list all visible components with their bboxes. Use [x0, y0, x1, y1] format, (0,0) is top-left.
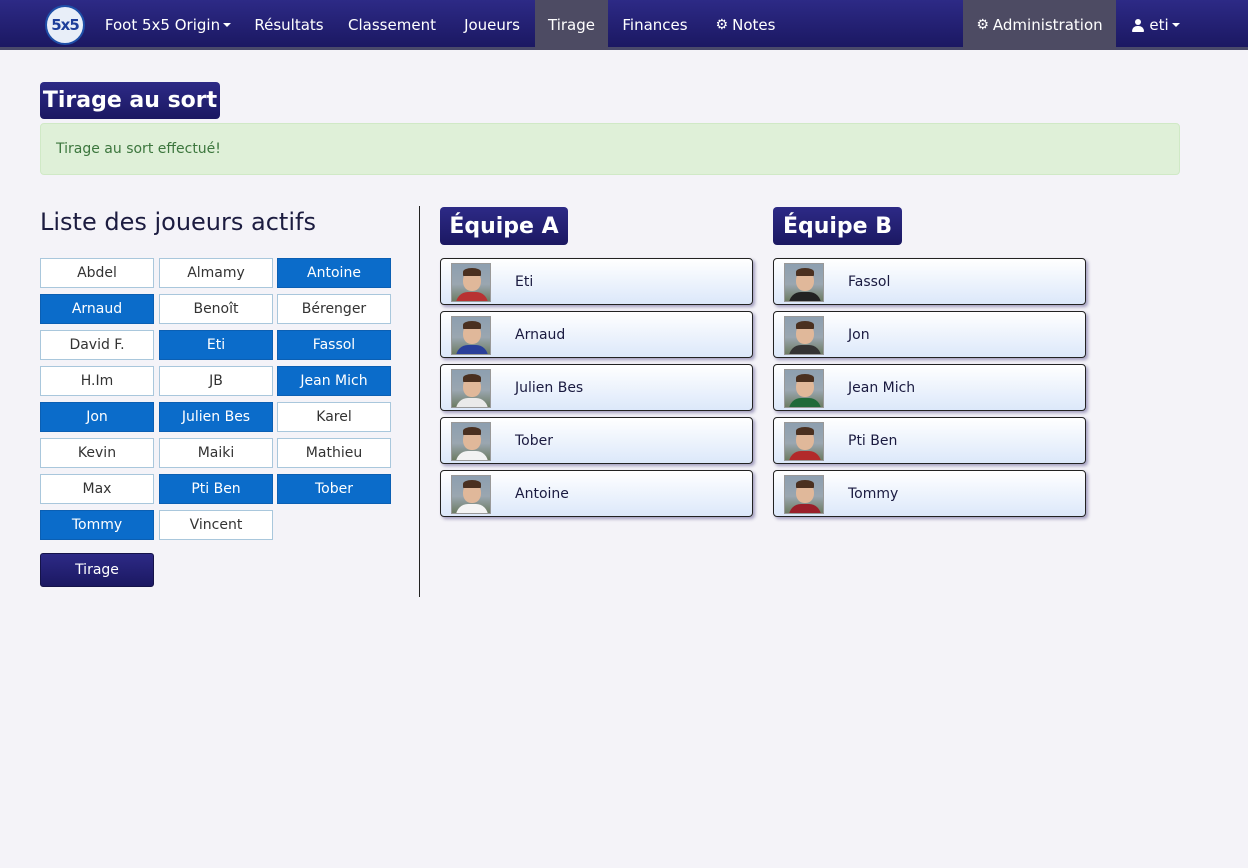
- player-name: Pti Ben: [848, 432, 898, 449]
- team-a-player-card: Julien Bes: [440, 364, 753, 411]
- player-toggle[interactable]: Tommy: [40, 510, 154, 540]
- nav-item-tirage[interactable]: Tirage: [535, 0, 608, 50]
- player-avatar: [451, 263, 491, 302]
- player-toggle[interactable]: Vincent: [159, 510, 273, 540]
- player-name: Jean Mich: [848, 379, 916, 396]
- nav-item-label: Administration: [992, 16, 1103, 34]
- player-toggle[interactable]: Pti Ben: [159, 474, 273, 504]
- player-toggle[interactable]: Max: [40, 474, 154, 504]
- player-avatar: [784, 475, 824, 514]
- player-name: Tommy: [848, 485, 899, 502]
- player-toggle[interactable]: Almamy: [159, 258, 273, 288]
- team-b-player-card: Tommy: [773, 470, 1086, 517]
- gear-icon: ⚙: [715, 17, 729, 33]
- user-name: eti: [1149, 16, 1169, 34]
- player-avatar: [451, 369, 491, 408]
- top-navbar: 5x5 Foot 5x5 Origin Résultats Classement…: [0, 0, 1248, 50]
- player-toggle[interactable]: Karel: [277, 402, 391, 432]
- nav-item-label: Notes: [732, 16, 776, 34]
- alert-text: Tirage au sort effectué!: [56, 141, 221, 157]
- player-toggle[interactable]: Benoît: [159, 294, 273, 324]
- team-a-player-card: Eti: [440, 258, 753, 305]
- nav-item-label: Finances: [622, 16, 688, 34]
- nav-item-classement[interactable]: Classement: [338, 0, 446, 50]
- team-a-player-card: Tober: [440, 417, 753, 464]
- player-avatar: [784, 422, 824, 461]
- player-toggle[interactable]: Bérenger: [277, 294, 391, 324]
- player-avatar: [451, 422, 491, 461]
- player-toggle[interactable]: Jean Mich: [277, 366, 391, 396]
- nav-item-label: Joueurs: [464, 16, 520, 34]
- vertical-divider: [419, 206, 420, 597]
- user-icon: [1132, 18, 1145, 32]
- player-name: Tober: [515, 432, 553, 449]
- player-name: Julien Bes: [515, 379, 584, 396]
- team-a-player-card: Arnaud: [440, 311, 753, 358]
- player-name: Eti: [515, 273, 534, 290]
- nav-item-resultats[interactable]: Résultats: [243, 0, 335, 50]
- player-name: Antoine: [515, 485, 569, 502]
- nav-brand-label: Foot 5x5 Origin: [104, 16, 221, 34]
- player-avatar: [784, 316, 824, 355]
- logo-icon[interactable]: 5x5: [45, 5, 85, 45]
- player-toggle[interactable]: JB: [159, 366, 273, 396]
- team-b-player-card: Fassol: [773, 258, 1086, 305]
- nav-user-dropdown[interactable]: eti: [1120, 0, 1192, 50]
- player-name: Arnaud: [515, 326, 566, 343]
- nav-item-label: Classement: [348, 16, 436, 34]
- caret-down-icon: [1171, 23, 1180, 27]
- gear-icon: ⚙: [976, 17, 989, 33]
- nav-item-label: Tirage: [548, 16, 595, 34]
- page-title: Tirage au sort: [40, 82, 220, 119]
- player-toggle[interactable]: David F.: [40, 330, 154, 360]
- caret-down-icon: [223, 23, 232, 27]
- team-b-player-card: Jon: [773, 311, 1086, 358]
- nav-item-notes[interactable]: ⚙ Notes: [703, 0, 788, 50]
- player-toggle[interactable]: Mathieu: [277, 438, 391, 468]
- team-b-player-card: Pti Ben: [773, 417, 1086, 464]
- nav-item-finances[interactable]: Finances: [610, 0, 700, 50]
- team-b-title: Équipe B: [773, 207, 902, 245]
- player-name: Jon: [848, 326, 870, 343]
- player-toggle[interactable]: Jon: [40, 402, 154, 432]
- player-toggle[interactable]: Antoine: [277, 258, 391, 288]
- player-toggle[interactable]: Julien Bes: [159, 402, 273, 432]
- team-b-player-card: Jean Mich: [773, 364, 1086, 411]
- player-avatar: [784, 369, 824, 408]
- player-toggle[interactable]: Abdel: [40, 258, 154, 288]
- player-avatar: [451, 475, 491, 514]
- player-avatar: [451, 316, 491, 355]
- player-toggle[interactable]: H.Im: [40, 366, 154, 396]
- nav-item-label: Résultats: [254, 16, 324, 34]
- team-a-title: Équipe A: [440, 207, 568, 245]
- player-toggle[interactable]: Maiki: [159, 438, 273, 468]
- team-a-player-card: Antoine: [440, 470, 753, 517]
- nav-brand-dropdown[interactable]: Foot 5x5 Origin: [98, 0, 238, 50]
- draw-button[interactable]: Tirage: [40, 553, 154, 587]
- nav-item-administration[interactable]: ⚙ Administration: [963, 0, 1116, 50]
- player-toggle[interactable]: Kevin: [40, 438, 154, 468]
- player-toggle[interactable]: Tober: [277, 474, 391, 504]
- players-heading: Liste des joueurs actifs: [40, 208, 316, 236]
- nav-item-joueurs[interactable]: Joueurs: [450, 0, 534, 50]
- player-avatar: [784, 263, 824, 302]
- player-toggle[interactable]: Arnaud: [40, 294, 154, 324]
- player-toggle[interactable]: Eti: [159, 330, 273, 360]
- success-alert: Tirage au sort effectué!: [40, 123, 1180, 175]
- player-name: Fassol: [848, 273, 891, 290]
- player-toggle[interactable]: Fassol: [277, 330, 391, 360]
